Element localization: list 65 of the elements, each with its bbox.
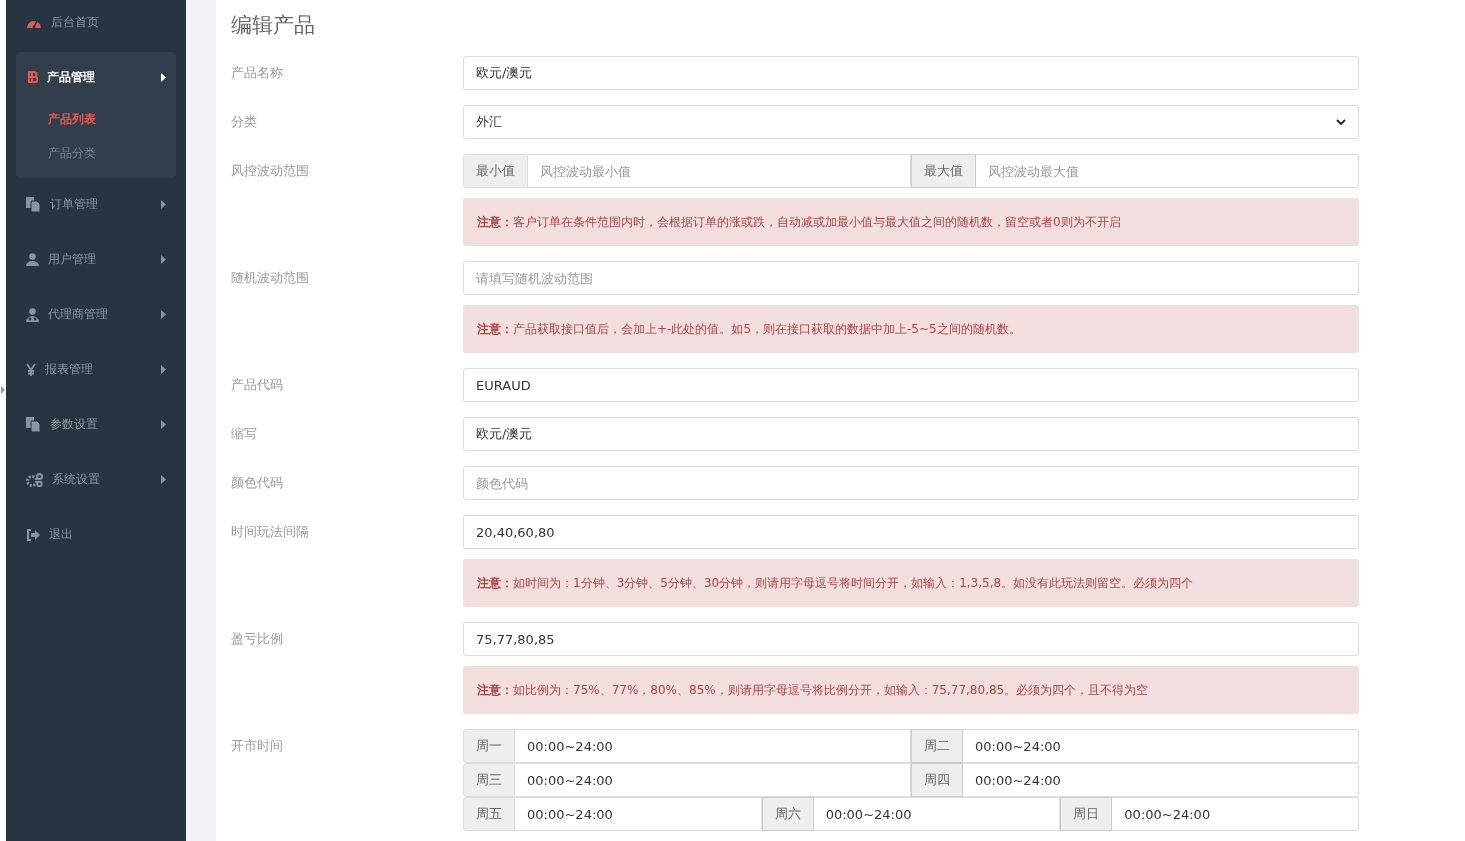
sidebar-item[interactable]: 代理商管理 <box>16 292 176 337</box>
day-addon: 周三 <box>463 763 515 797</box>
time-range-field[interactable]: 00:00~24:00 <box>963 763 1359 797</box>
sidebar-item[interactable]: 订单管理 <box>16 182 176 227</box>
caret-right-icon <box>161 255 166 264</box>
documents-icon <box>26 417 41 432</box>
field-label: 分类 <box>231 113 258 131</box>
sidebar-item[interactable]: 报表管理 <box>16 347 176 392</box>
warning-alert: 注意：客户订单在条件范围内时，会根据订单的涨或跌，自动减或加最小值与最大值之间的随机数，留空或者0则为不开启 <box>463 198 1359 246</box>
input-addon: 最小值 <box>463 154 528 188</box>
caret-right-icon <box>161 475 166 484</box>
sign-out-icon <box>26 528 40 541</box>
sidebar-item[interactable]: 用户管理 <box>16 237 176 282</box>
day-addon: 周日 <box>1060 797 1113 831</box>
caret-right-icon <box>161 72 166 82</box>
text-field[interactable]: 75,77,80,85 <box>463 622 1359 656</box>
warning-alert: 注意：产品获取接口值后，会加上+-此处的值。如5，则在接口获取的数据中加上-5~5之间的随机数。 <box>463 305 1359 353</box>
input-addon: 最大值 <box>911 154 976 188</box>
field-label: 颜色代码 <box>231 474 284 492</box>
time-range-field[interactable]: 00:00~24:00 <box>515 763 911 797</box>
user-icon <box>26 253 39 266</box>
time-range-field[interactable]: 00:00~24:00 <box>515 729 911 763</box>
field-label: 风控波动范围 <box>231 162 310 180</box>
text-field[interactable]: 欧元/澳元 <box>463 417 1359 451</box>
time-range-field[interactable]: 00:00~24:00 <box>1112 797 1359 831</box>
warning-alert: 注意：如时间为：1分钟、3分钟、5分钟、30分钟，则请用字母逗号将时间分开，如输入：1,3,5,8。如没有此玩法则留空。必须为四个 <box>463 559 1359 607</box>
text-field[interactable]: 请填写随机波动范围 <box>463 261 1359 295</box>
text-field[interactable]: 20,40,60,80 <box>463 515 1359 549</box>
caret-right-icon <box>161 310 166 319</box>
documents-icon <box>26 197 41 212</box>
text-field[interactable]: EURAUD <box>463 368 1359 402</box>
sidebar-item[interactable]: 退出 <box>16 512 176 557</box>
bitcoin-icon <box>26 70 38 84</box>
field-label: 开市时间 <box>231 737 284 755</box>
yen-icon <box>26 363 36 376</box>
warning-alert: 注意：如比例为：75%、77%，80%、85%，则请用字母逗号将比例分开，如输入：75,77,80,85。必须为四个，且不得为空 <box>463 666 1359 714</box>
day-addon: 周五 <box>463 797 515 831</box>
time-range-field[interactable]: 00:00~24:00 <box>963 729 1359 763</box>
day-addon: 周二 <box>911 729 963 763</box>
caret-right-icon <box>161 420 166 429</box>
text-field[interactable]: 颜色代码 <box>463 466 1359 500</box>
chevron-down-icon <box>1336 119 1346 125</box>
day-addon: 周一 <box>463 729 515 763</box>
time-range-field[interactable]: 00:00~24:00 <box>515 797 762 831</box>
sidebar-item[interactable]: 后台首页 <box>16 0 176 45</box>
range-field[interactable]: 风控波动最小值 <box>528 154 911 188</box>
gears-icon <box>26 472 43 487</box>
category-select[interactable]: 外汇 <box>463 105 1359 139</box>
field-label: 随机波动范围 <box>231 269 310 287</box>
field-label: 产品代码 <box>231 376 284 394</box>
user-tie-icon <box>26 307 39 322</box>
field-label: 盈亏比例 <box>231 630 284 648</box>
caret-right-icon <box>161 365 166 374</box>
day-addon: 周四 <box>911 763 963 797</box>
caret-right-icon <box>161 200 166 209</box>
field-label: 时间玩法间隔 <box>231 523 310 541</box>
field-label: 产品名称 <box>231 64 284 82</box>
day-addon: 周六 <box>761 797 814 831</box>
text-field[interactable]: 欧元/澳元 <box>463 56 1359 90</box>
sidebar-item[interactable]: 系统设置 <box>16 457 176 502</box>
page-title: 编辑产品 <box>231 12 316 39</box>
time-range-field[interactable]: 00:00~24:00 <box>813 797 1061 831</box>
field-label: 缩写 <box>231 425 258 443</box>
range-field[interactable]: 风控波动最大值 <box>976 154 1359 188</box>
sidebar-item[interactable]: 参数设置 <box>16 402 176 447</box>
